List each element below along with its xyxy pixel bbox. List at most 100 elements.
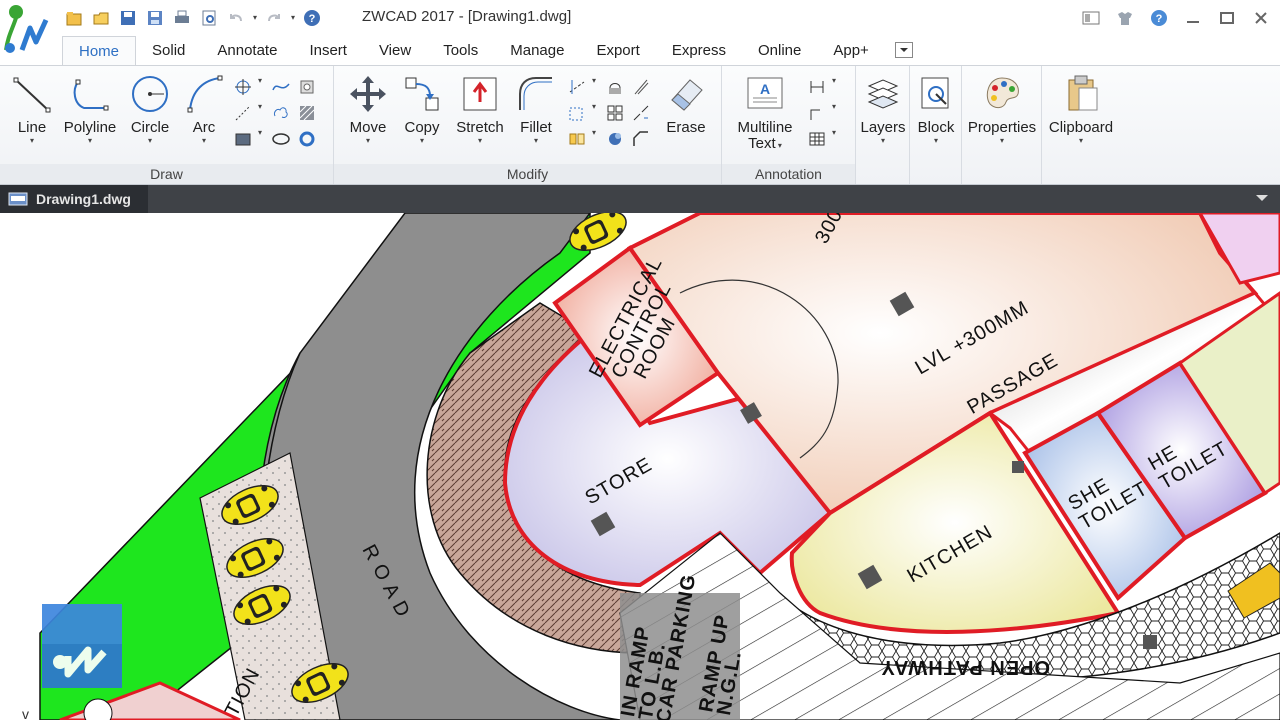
point-icon[interactable] xyxy=(232,76,254,98)
print-icon[interactable] xyxy=(172,8,192,28)
circle-dropdown-icon[interactable]: ▾ xyxy=(148,136,152,146)
trim-dropdown-icon[interactable]: ▾ xyxy=(592,76,600,98)
new-icon[interactable] xyxy=(64,8,84,28)
dwg-file-icon xyxy=(8,192,28,206)
explode-icon[interactable] xyxy=(604,128,626,150)
tab-app-plus[interactable]: App+ xyxy=(817,36,884,66)
mirror-icon[interactable] xyxy=(566,128,588,150)
trim-icon[interactable] xyxy=(566,76,588,98)
redo-icon[interactable] xyxy=(264,8,284,28)
arc-dropdown-icon[interactable]: ▾ xyxy=(202,136,206,146)
ribbon-options-dropdown-icon[interactable] xyxy=(894,42,913,58)
tab-annotate[interactable]: Annotate xyxy=(201,36,293,66)
undo-icon[interactable] xyxy=(226,8,246,28)
tab-tools[interactable]: Tools xyxy=(427,36,494,66)
fillet-dropdown-icon[interactable]: ▾ xyxy=(534,136,538,146)
offset-icon[interactable] xyxy=(630,76,652,98)
palette-icon xyxy=(982,74,1022,114)
table-dropdown-icon[interactable]: ▾ xyxy=(832,128,840,150)
scale-dropdown-icon[interactable]: ▾ xyxy=(592,102,600,124)
block-button[interactable]: Block ▾ xyxy=(904,74,968,146)
tab-export[interactable]: Export xyxy=(580,36,655,66)
ellipse-icon[interactable] xyxy=(270,128,292,150)
tab-solid[interactable]: Solid xyxy=(136,36,201,66)
layers-dropdown-icon[interactable]: ▾ xyxy=(881,136,885,146)
region-icon[interactable] xyxy=(296,76,318,98)
leader-icon[interactable] xyxy=(806,102,828,124)
save-as-icon[interactable] xyxy=(145,8,165,28)
stretch-button[interactable]: Stretch ▾ xyxy=(448,74,512,146)
chamfer-icon[interactable] xyxy=(630,128,652,150)
undo-dropdown-icon[interactable]: ▾ xyxy=(253,13,257,23)
tab-list-dropdown-icon[interactable] xyxy=(1254,190,1270,206)
clipboard-dropdown-icon[interactable]: ▾ xyxy=(1079,136,1083,146)
multiline-dropdown-icon[interactable]: ▾ xyxy=(776,141,782,150)
line-label: Line xyxy=(17,119,47,136)
zwcad-logo-icon[interactable] xyxy=(0,0,56,62)
annotation-panel-title: Annotation xyxy=(722,164,855,184)
properties-button[interactable]: Properties ▾ xyxy=(965,74,1039,146)
block-dropdown-icon[interactable]: ▾ xyxy=(934,136,938,146)
tab-express[interactable]: Express xyxy=(656,36,742,66)
tab-insert[interactable]: Insert xyxy=(293,36,363,66)
layout-icon[interactable] xyxy=(1078,6,1104,30)
tab-home[interactable]: Home xyxy=(62,36,137,66)
construction-dropdown-icon[interactable]: ▾ xyxy=(258,102,266,124)
properties-panel: Properties ▾ xyxy=(962,66,1042,184)
array-icon[interactable] xyxy=(604,102,626,124)
redo-dropdown-icon[interactable]: ▾ xyxy=(291,13,295,23)
spline-icon[interactable] xyxy=(270,76,292,98)
dimension-icon[interactable] xyxy=(806,76,828,98)
svg-text:?: ? xyxy=(1156,13,1163,25)
help-small-icon[interactable]: ? xyxy=(1146,6,1172,30)
donut-icon[interactable] xyxy=(296,128,318,150)
scale-icon[interactable] xyxy=(566,102,588,124)
move-dropdown-icon[interactable]: ▾ xyxy=(366,136,370,146)
multiline-text-button[interactable]: A Multiline Text ▾ xyxy=(730,74,800,152)
plot-preview-icon[interactable] xyxy=(199,8,219,28)
rectangle-dropdown-icon[interactable]: ▾ xyxy=(258,128,266,150)
break-icon[interactable] xyxy=(630,102,652,124)
fillet-button[interactable]: Fillet ▾ xyxy=(504,74,568,146)
eraser-icon xyxy=(666,74,706,114)
line-button[interactable]: Line ▾ xyxy=(0,74,64,146)
drawing-canvas[interactable]: v ELECTRICAL CONTROL ROOM LVL +300MM PAS… xyxy=(0,213,1280,720)
revcloud-icon[interactable] xyxy=(270,102,292,124)
block-panel: Block ▾ xyxy=(910,66,962,184)
tab-manage[interactable]: Manage xyxy=(494,36,580,66)
rotate-icon[interactable] xyxy=(604,76,626,98)
save-icon[interactable] xyxy=(118,8,138,28)
arc-button[interactable]: Arc ▾ xyxy=(172,74,236,146)
rectangle-icon[interactable] xyxy=(232,128,254,150)
arc-label: Arc xyxy=(192,119,216,136)
document-tab[interactable]: Drawing1.dwg xyxy=(0,185,148,213)
stretch-icon xyxy=(460,74,500,114)
table-icon[interactable] xyxy=(806,128,828,150)
stretch-dropdown-icon[interactable]: ▾ xyxy=(478,136,482,146)
minimize-icon[interactable] xyxy=(1180,6,1206,30)
point-dropdown-icon[interactable]: ▾ xyxy=(258,76,266,98)
mirror-dropdown-icon[interactable]: ▾ xyxy=(592,128,600,150)
tab-view[interactable]: View xyxy=(363,36,427,66)
line-dropdown-icon[interactable]: ▾ xyxy=(30,136,34,146)
open-icon[interactable] xyxy=(91,8,111,28)
copy-dropdown-icon[interactable]: ▾ xyxy=(420,136,424,146)
erase-button[interactable]: Erase xyxy=(654,74,718,136)
clipboard-button[interactable]: Clipboard ▾ xyxy=(1046,74,1116,146)
construction-line-icon[interactable] xyxy=(232,102,254,124)
leader-dropdown-icon[interactable]: ▾ xyxy=(832,102,840,124)
polyline-label: Polyline xyxy=(63,119,117,136)
close-icon[interactable] xyxy=(1248,6,1274,30)
circle-label: Circle xyxy=(130,119,170,136)
polyline-dropdown-icon[interactable]: ▾ xyxy=(88,136,92,146)
hatch-icon[interactable] xyxy=(296,102,318,124)
copy-button[interactable]: Copy ▾ xyxy=(390,74,454,146)
polyline-button[interactable]: Polyline ▾ xyxy=(58,74,122,146)
dimension-dropdown-icon[interactable]: ▾ xyxy=(832,76,840,98)
maximize-icon[interactable] xyxy=(1214,6,1240,30)
theme-icon[interactable] xyxy=(1112,6,1138,30)
properties-dropdown-icon[interactable]: ▾ xyxy=(1000,136,1004,146)
help-icon[interactable]: ? xyxy=(302,8,322,28)
floor-plan-drawing: v ELECTRICAL CONTROL ROOM LVL +300MM PAS… xyxy=(22,213,1280,720)
tab-online[interactable]: Online xyxy=(742,36,817,66)
